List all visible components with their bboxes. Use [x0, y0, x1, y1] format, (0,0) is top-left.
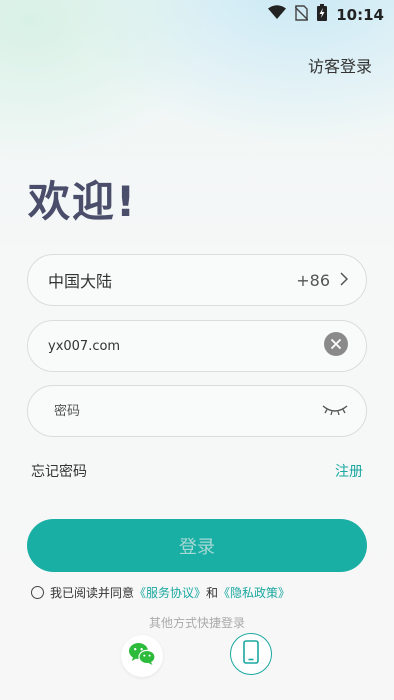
region-selector[interactable]: 中国大陆 +86: [27, 254, 367, 306]
forgot-password-link[interactable]: 忘记密码: [31, 461, 87, 481]
account-input[interactable]: [48, 338, 324, 354]
guest-login-link[interactable]: 访客登录: [308, 53, 372, 77]
phone-icon: [243, 640, 259, 668]
other-login-label: 其他方式快捷登录: [148, 616, 245, 630]
login-button[interactable]: 登录: [27, 519, 367, 572]
welcome-title: 欢迎!: [28, 177, 138, 226]
agreement-prefix: 我已阅读并同意: [50, 586, 135, 600]
service-agreement-link[interactable]: 《服务协议》: [134, 584, 206, 601]
no-sim-icon: [294, 4, 309, 25]
register-link[interactable]: 注册: [335, 461, 363, 481]
region-code: +86: [296, 270, 330, 290]
battery-charging-icon: [317, 4, 328, 25]
status-time: 10:14: [336, 5, 384, 24]
wechat-icon: [128, 642, 156, 670]
agreement-radio[interactable]: [31, 586, 44, 599]
phone-login-button[interactable]: [230, 633, 272, 675]
password-input[interactable]: [48, 403, 322, 419]
agreement-row: 我已阅读并同意 《服务协议》 和 《隐私政策》: [31, 584, 290, 601]
clear-icon[interactable]: [324, 332, 348, 360]
privacy-policy-link[interactable]: 《隐私政策》: [218, 584, 290, 601]
account-field: [27, 320, 367, 372]
region-name: 中国大陆: [48, 272, 113, 291]
password-field: [27, 385, 367, 437]
status-bar: 10:14: [0, 0, 394, 28]
agreement-conjunction: 和: [206, 586, 219, 600]
wifi-icon: [268, 5, 287, 24]
eye-closed-icon[interactable]: [322, 402, 348, 421]
chevron-right-icon: [340, 271, 349, 290]
wechat-login-button[interactable]: [121, 635, 163, 677]
